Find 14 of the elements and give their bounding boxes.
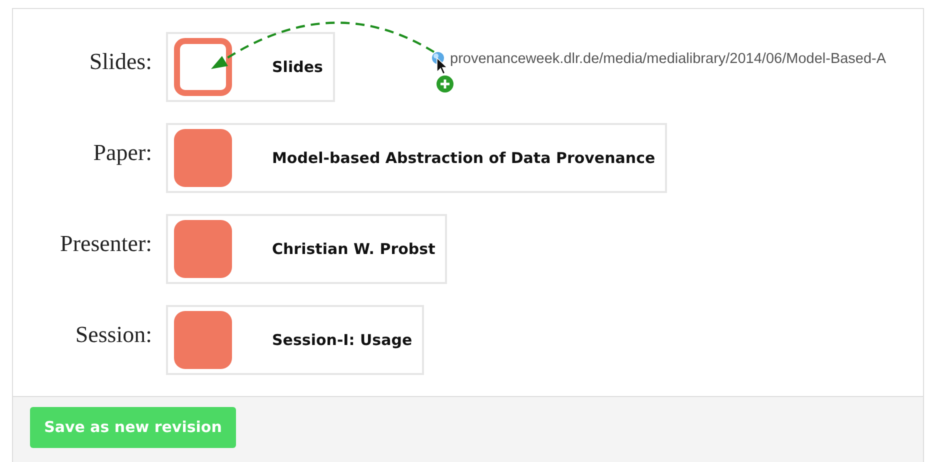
plus-icon — [436, 76, 454, 92]
field-label: Paper: — [92, 140, 152, 166]
card-title: Slides — [272, 58, 324, 76]
field-label: Slides: — [88, 49, 152, 75]
field-label: Presenter: — [59, 231, 152, 257]
card-title: Christian W. Probst — [272, 240, 436, 258]
drop-card[interactable]: Session-I: Usage — [166, 305, 424, 375]
card-title: Session-I: Usage — [272, 331, 414, 349]
card-title: Model-based Abstraction of Data Provenance — [272, 149, 656, 167]
field-label: Session: — [74, 322, 152, 348]
drop-card[interactable]: Model-based Abstraction of Data Provenance — [166, 123, 668, 193]
cursor-icon — [436, 57, 448, 75]
drop-card[interactable]: Christian W. Probst — [166, 214, 448, 284]
drop-card[interactable]: Slides — [166, 32, 335, 102]
